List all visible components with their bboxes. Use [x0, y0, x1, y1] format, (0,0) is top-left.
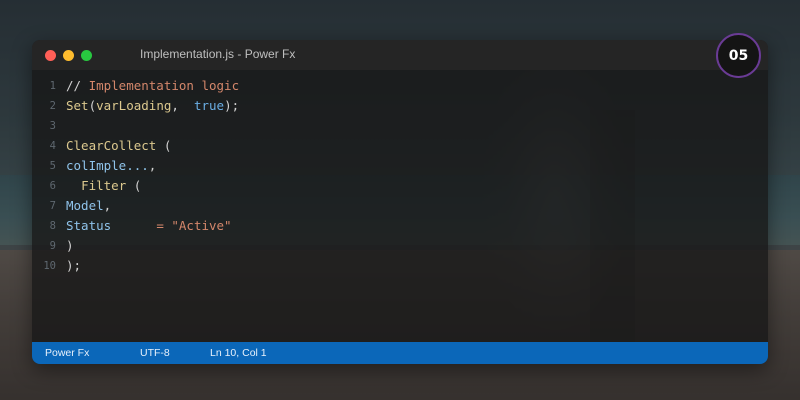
- line-content: Status = "Active": [66, 216, 232, 236]
- code-token-punctuation: );: [224, 98, 240, 113]
- code-token-function: Set: [66, 98, 89, 113]
- title-bar: Implementation.js - Power Fx: [32, 40, 768, 70]
- line-content: );: [66, 256, 81, 276]
- line-content: colImple...,: [66, 156, 156, 176]
- line-content: Set(varLoading, true);: [66, 96, 239, 116]
- minimize-dot[interactable]: [63, 49, 74, 61]
- code-line[interactable]: 4 ClearCollect (: [32, 136, 768, 156]
- code-line[interactable]: 5 colImple...,: [32, 156, 768, 176]
- line-number: 2: [49, 100, 56, 112]
- code-token-function: ClearCollect: [66, 138, 157, 153]
- line-content: ClearCollect (: [66, 136, 171, 156]
- status-encoding[interactable]: UTF-8: [140, 342, 170, 364]
- maximize-dot[interactable]: [81, 49, 92, 61]
- code-token-punctuation: ,: [148, 158, 157, 173]
- code-token-operator: =: [156, 218, 172, 233]
- window-controls: [32, 49, 92, 61]
- status-bar: Power Fx UTF-8 Ln 10, Col 1: [32, 342, 768, 364]
- code-line[interactable]: 9): [32, 236, 768, 256]
- code-token-identifier: Status: [66, 218, 112, 233]
- line-content: Filter (: [66, 176, 141, 196]
- line-content: // Implementation logic: [66, 76, 239, 96]
- status-language[interactable]: Power Fx: [45, 342, 89, 364]
- line-number: 3: [49, 120, 56, 132]
- code-token-punctuation: ,: [171, 98, 194, 113]
- code-editor-window: Implementation.js - Power Fx 1 // Impleme…: [32, 40, 768, 364]
- code-token-function: Filter: [81, 178, 127, 193]
- code-token-punctuation: (: [126, 178, 142, 193]
- line-number: 5: [49, 160, 56, 172]
- code-token-identifier: colImple...: [66, 158, 149, 173]
- status-cursor-position[interactable]: Ln 10, Col 1: [210, 342, 267, 364]
- line-number: 4: [49, 140, 56, 152]
- code-token-punctuation: [111, 218, 156, 233]
- code-token-punctuation: ): [66, 238, 74, 253]
- code-area[interactable]: 1// Implementation logic 2 Set(varLoading,…: [32, 76, 768, 342]
- line-number: 1: [49, 80, 56, 92]
- code-line[interactable]: 6 Filter (: [32, 176, 768, 196]
- line-content: ): [66, 236, 74, 256]
- code-line[interactable]: 2 Set(varLoading, true);: [32, 96, 768, 116]
- code-token-punctuation: (: [88, 98, 97, 113]
- code-token-function: varLoading: [96, 98, 172, 113]
- code-token-comment: Implementation logic: [88, 78, 240, 93]
- code-token-keyword: true: [193, 98, 225, 113]
- code-line[interactable]: 1 // Implementation logic: [32, 76, 768, 96]
- code-line[interactable]: 10);: [32, 256, 768, 276]
- line-number: 9: [49, 240, 56, 252]
- code-line[interactable]: 8 Status = "Active": [32, 216, 768, 236]
- line-content: Model,: [66, 196, 111, 216]
- code-token-punctuation: [66, 178, 81, 193]
- code-token-punctuation: );: [66, 258, 82, 273]
- line-number: 7: [49, 200, 56, 212]
- code-line[interactable]: 3: [32, 116, 768, 136]
- code-token-punctuation: //: [66, 78, 89, 93]
- code-token-punctuation: (: [156, 138, 172, 153]
- close-dot[interactable]: [45, 49, 56, 61]
- step-number-badge: 05: [716, 33, 761, 78]
- code-token-string: "Active": [171, 218, 232, 233]
- line-number: 8: [49, 220, 56, 232]
- code-token-identifier: Model: [66, 198, 104, 213]
- line-number: 6: [49, 180, 56, 192]
- code-token-punctuation: ,: [103, 198, 112, 213]
- window-title: Implementation.js - Power Fx: [140, 47, 296, 61]
- code-line[interactable]: 7 Model,: [32, 196, 768, 216]
- line-number: 10: [43, 260, 56, 272]
